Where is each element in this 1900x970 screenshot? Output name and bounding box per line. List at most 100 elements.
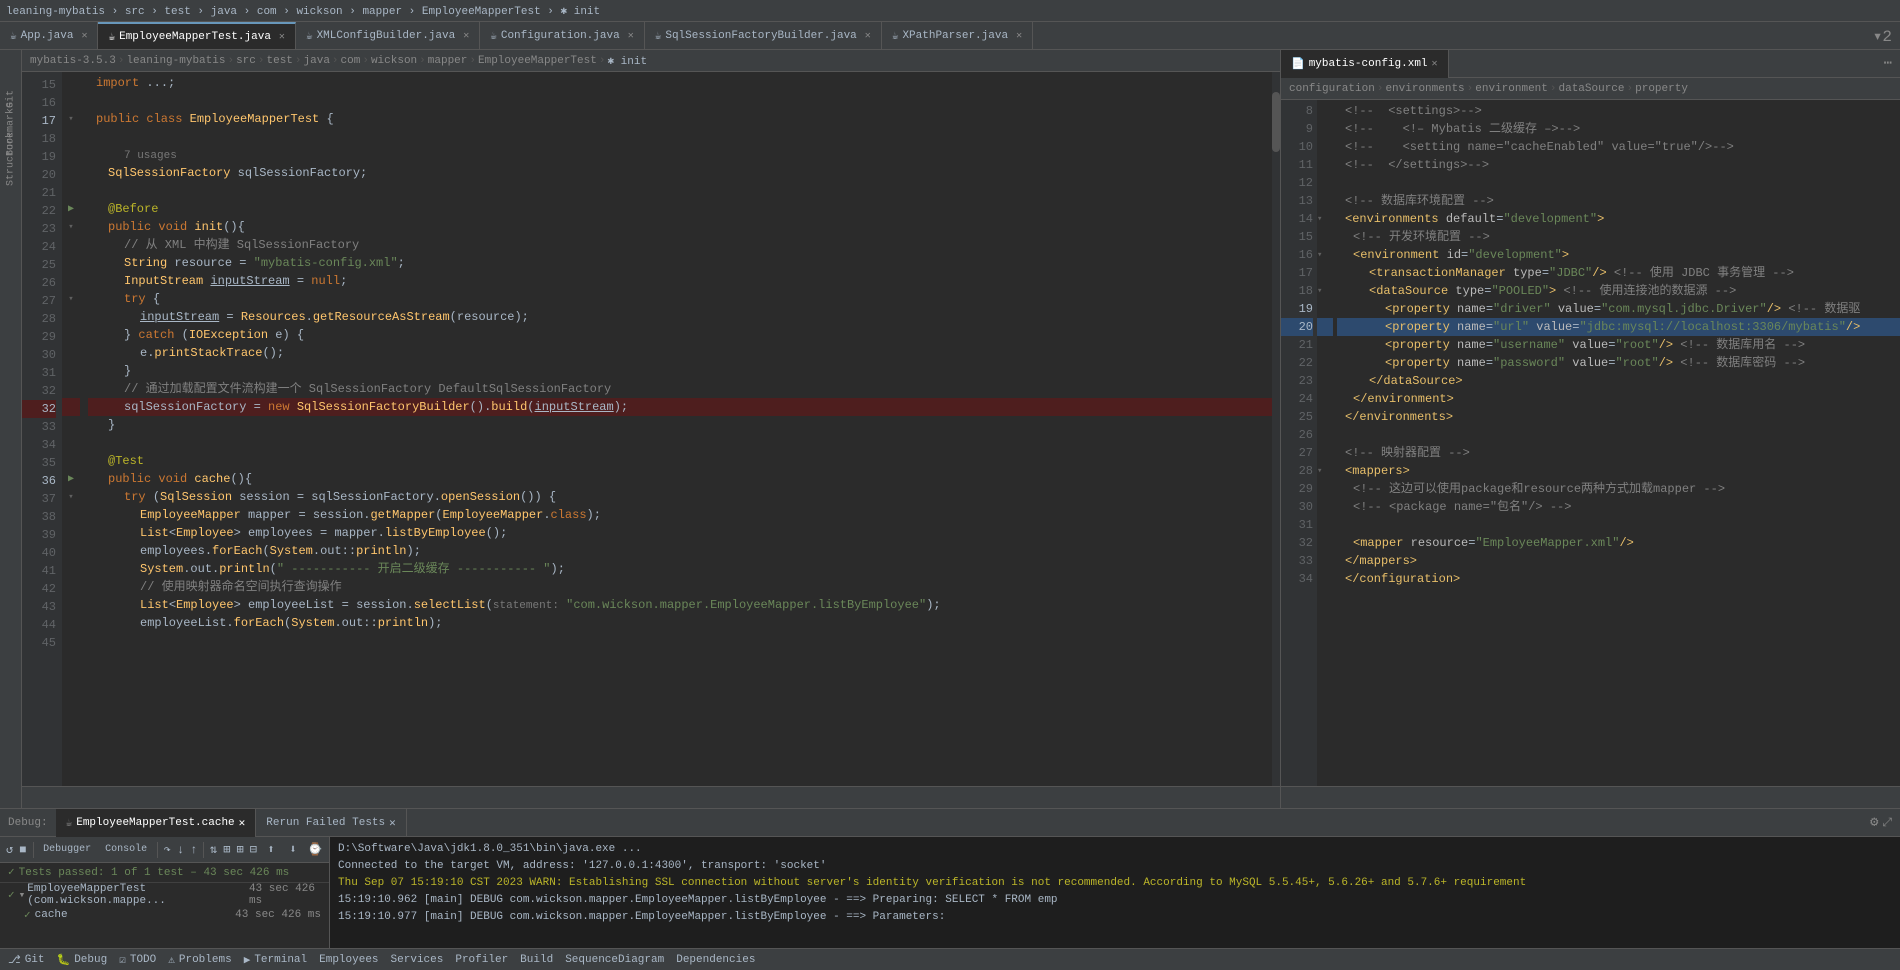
close-debug-tab[interactable]: ✕	[239, 816, 246, 830]
problems-status[interactable]: ⚠ Problems	[168, 953, 231, 967]
import-button[interactable]: ⬇	[283, 840, 303, 860]
breadcrumb-item[interactable]: ✱ init	[607, 54, 647, 68]
employees-status[interactable]: Employees	[319, 954, 378, 966]
close-icon[interactable]: ✕	[865, 30, 871, 42]
tree-method-time: 43 sec 426 ms	[235, 909, 329, 921]
xml-status-bar	[1281, 786, 1900, 808]
xml-fold-28[interactable]: ▾	[1317, 466, 1322, 476]
breadcrumb-item[interactable]: java	[304, 55, 330, 67]
tab-xml-config-builder[interactable]: ☕ XMLConfigBuilder.java ✕	[296, 22, 480, 50]
xml-fold-18[interactable]: ▾	[1317, 286, 1322, 296]
todo-status[interactable]: ☑ TODO	[119, 953, 156, 967]
tab-label: XPathParser.java	[902, 30, 1008, 42]
fold-icon-37[interactable]: ▾	[68, 492, 73, 502]
tab-sql-session-factory-builder[interactable]: ☕ SqlSessionFactoryBuilder.java ✕	[645, 22, 882, 50]
xml-bc-datasource[interactable]: dataSource	[1559, 83, 1625, 95]
close-xml-tab[interactable]: ✕	[1432, 58, 1438, 70]
git-status[interactable]: ⎇ Git	[8, 953, 45, 967]
debug-status-label: Debug	[74, 954, 107, 966]
xml-line-17: <transactionManager type="JDBC"/> <!-- 使…	[1337, 264, 1900, 282]
collapse-all-button[interactable]: ⊟	[248, 840, 259, 860]
debug-tab-employee-test[interactable]: ☕ EmployeeMapperTest.cache ✕	[56, 809, 257, 837]
tab-employee-mapper-test[interactable]: ☕ EmployeeMapperTest.java ✕	[98, 22, 295, 50]
history-button[interactable]: ⌚	[305, 840, 325, 860]
close-rerun-tab[interactable]: ✕	[389, 816, 396, 830]
dependencies-label: Dependencies	[676, 954, 755, 966]
xml-fold-16[interactable]: ▾	[1317, 250, 1322, 260]
code-line-44: List<Employee> employeeList = session.se…	[88, 596, 1272, 614]
xml-fold-14[interactable]: ▾	[1317, 214, 1322, 224]
build-status[interactable]: Build	[520, 954, 553, 966]
tab-overflow[interactable]: ▾2	[1873, 26, 1900, 46]
check-icon: ✓	[8, 863, 15, 883]
step-over-button[interactable]: ↷	[162, 840, 173, 860]
breadcrumb-item[interactable]: mybatis-3.5.3	[30, 55, 116, 67]
fold-icon-27[interactable]: ▾	[68, 294, 73, 304]
run-test-22[interactable]: ▶	[68, 203, 74, 215]
breadcrumb-item[interactable]: com	[341, 55, 361, 67]
debug-panel-settings[interactable]: ⚙ ⤢	[1870, 814, 1900, 831]
editor-breadcrumb: mybatis-3.5.3 › leaning-mybatis › src › …	[22, 50, 1280, 72]
close-icon[interactable]: ✕	[1016, 30, 1022, 42]
breadcrumb-item[interactable]: test	[267, 55, 293, 67]
restart-button[interactable]: ↺	[4, 840, 15, 860]
xml-bc-configuration[interactable]: configuration	[1289, 83, 1375, 95]
step-into-button[interactable]: ↓	[175, 840, 186, 860]
filter-button[interactable]: ⊞	[221, 840, 232, 860]
code-line-17: public class EmployeeMapperTest {	[88, 110, 1272, 128]
tab-app[interactable]: ☕ App.java ✕	[0, 22, 98, 50]
tab-xpath-parser[interactable]: ☕ XPathParser.java ✕	[882, 22, 1033, 50]
debug-tab-rerun[interactable]: Rerun Failed Tests ✕	[256, 809, 406, 837]
debugger-tab[interactable]: Debugger	[37, 840, 97, 860]
tree-row-class[interactable]: ✓ ▾ EmployeeMapperTest (com.wickson.mapp…	[0, 885, 329, 905]
console-tab[interactable]: Console	[99, 840, 153, 860]
code-line-42: System.out.println(" ----------- 开启二级缓存 …	[88, 560, 1272, 578]
console-line-1: D:\Software\Java\jdk1.8.0_351\bin\java.e…	[338, 841, 1892, 858]
git-icon: ⎇	[8, 953, 21, 967]
xml-bc-property[interactable]: property	[1635, 83, 1688, 95]
tab-label: XMLConfigBuilder.java	[317, 30, 456, 42]
sequence-status[interactable]: SequenceDiagram	[565, 954, 664, 966]
expand-icon[interactable]: ▾	[19, 888, 26, 902]
services-status[interactable]: Services	[391, 954, 444, 966]
close-icon[interactable]: ✕	[463, 30, 469, 42]
xml-bc-environment[interactable]: environment	[1475, 83, 1548, 95]
breadcrumb-item[interactable]: leaning-mybatis	[126, 55, 225, 67]
tab-mybatis-config[interactable]: 📄 mybatis-config.xml ✕	[1281, 50, 1449, 78]
terminal-status[interactable]: ▶ Terminal	[244, 953, 307, 967]
expand-all-button[interactable]: ⊞	[234, 840, 245, 860]
breadcrumb-item[interactable]: wickson	[371, 55, 417, 67]
close-icon[interactable]: ✕	[628, 30, 634, 42]
tab-label: App.java	[21, 30, 74, 42]
close-icon[interactable]: ✕	[279, 31, 285, 43]
fold-icon-17[interactable]: ▾	[68, 114, 73, 124]
tab-configuration[interactable]: ☕ Configuration.java ✕	[480, 22, 644, 50]
stop-button[interactable]: ■	[17, 840, 28, 860]
todo-label: TODO	[130, 954, 156, 966]
breadcrumb-item[interactable]: mapper	[428, 55, 468, 67]
xml-code-content: <!-- <settings>--> <!-- <!– Mybatis 二级缓存…	[1333, 100, 1900, 786]
dependencies-status[interactable]: Dependencies	[676, 954, 755, 966]
xml-panel-settings[interactable]: ⋯	[1884, 55, 1900, 72]
run-test-36[interactable]: ▶	[68, 473, 74, 485]
sequence-label: SequenceDiagram	[565, 954, 664, 966]
fold-icon-23[interactable]: ▾	[68, 222, 73, 232]
structure-sidebar-icon[interactable]: Structure	[2, 150, 20, 168]
sort-button[interactable]: ⇅	[208, 840, 219, 860]
expand-icon[interactable]: ⤢	[1882, 816, 1892, 830]
code-line-34: }	[88, 416, 1272, 434]
debug-panel: Debug: ☕ EmployeeMapperTest.cache ✕ Reru…	[0, 808, 1900, 948]
settings-icon[interactable]: ⚙	[1870, 814, 1878, 831]
debug-status-icon: 🐛	[57, 953, 71, 967]
tree-row-method[interactable]: ✓ cache 43 sec 426 ms	[0, 905, 329, 925]
profiler-status[interactable]: Profiler	[455, 954, 508, 966]
problems-label: Problems	[179, 954, 232, 966]
close-icon[interactable]: ✕	[81, 30, 87, 42]
export-button[interactable]: ⬆	[261, 840, 281, 860]
breadcrumb-item[interactable]: EmployeeMapperTest	[478, 55, 597, 67]
breadcrumb-item[interactable]: src	[236, 55, 256, 67]
tab-icon: ☕	[306, 29, 313, 43]
step-out-button[interactable]: ↑	[188, 840, 199, 860]
xml-bc-environments[interactable]: environments	[1385, 83, 1464, 95]
debug-status[interactable]: 🐛 Debug	[57, 953, 108, 967]
